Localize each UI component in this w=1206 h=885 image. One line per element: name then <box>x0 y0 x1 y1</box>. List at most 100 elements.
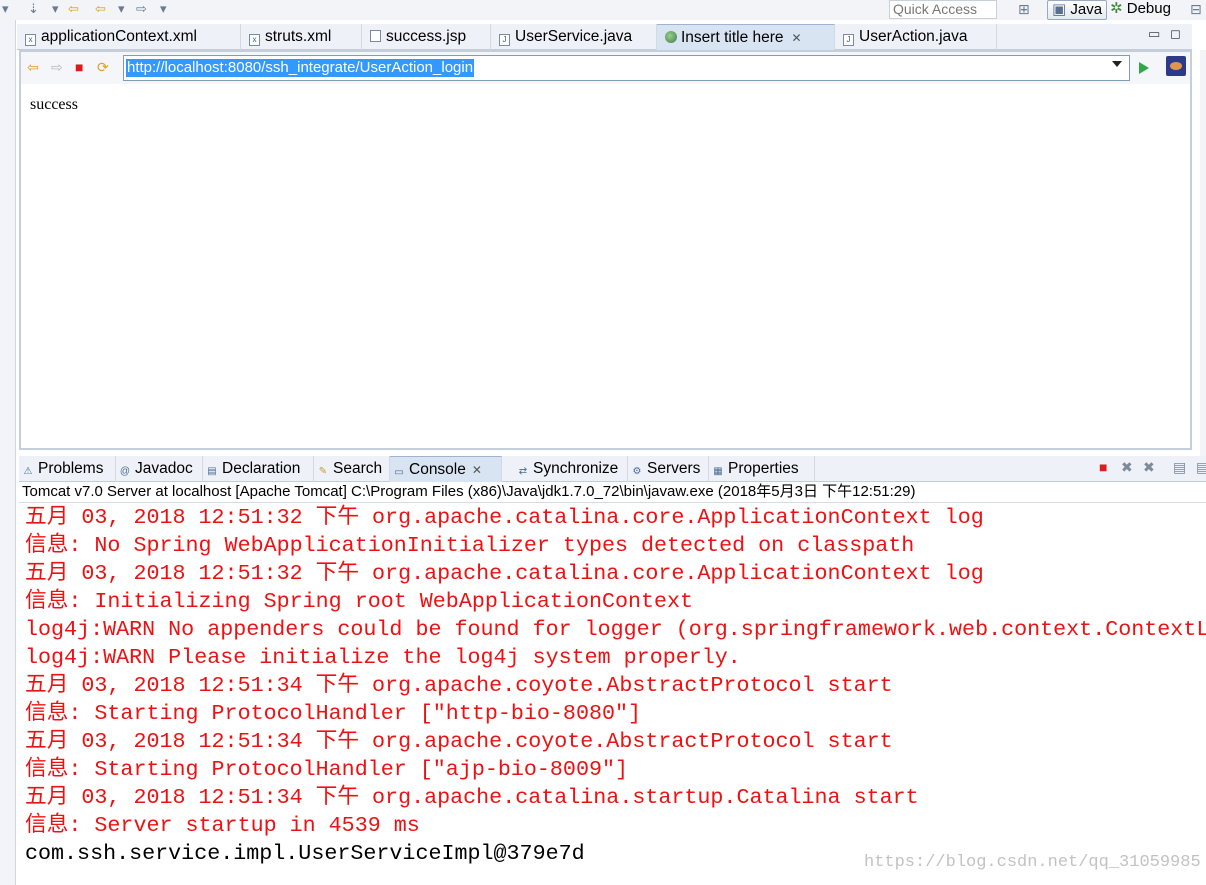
tab-label: Search <box>333 460 383 477</box>
problems-icon: ⚠ <box>23 466 33 477</box>
scroll-lock-icon[interactable]: ▤ <box>1196 460 1206 474</box>
console-line: 信息: No Spring WebApplicationInitializer … <box>25 533 915 558</box>
remove-launch-icon[interactable]: ✖ <box>1121 460 1133 474</box>
tab-useraction-java[interactable]: J UserAction.java <box>835 24 997 50</box>
tab-label: Console <box>409 461 466 478</box>
console-line: 五月 03, 2018 12:51:32 下午 org.apache.catal… <box>25 561 984 586</box>
forward-icon[interactable]: ⇨ <box>136 1 147 17</box>
xml-file-icon: x <box>249 34 260 46</box>
console-line: 五月 03, 2018 12:51:34 下午 org.apache.catal… <box>25 785 919 810</box>
tab-label: Properties <box>728 460 799 477</box>
back-icon[interactable]: ⇦ <box>27 60 39 74</box>
clear-console-icon[interactable]: ▤ <box>1173 460 1186 474</box>
properties-icon: ▦ <box>713 466 723 477</box>
tab-javadoc[interactable]: @ Javadoc <box>116 456 203 482</box>
page-content-text: success <box>30 96 78 113</box>
java-perspective-label: Java <box>1070 1 1103 18</box>
console-line: 信息: Initializing Spring root WebApplicat… <box>25 589 694 614</box>
tab-label: Declaration <box>222 460 301 477</box>
search-icon: ✎ <box>318 466 328 477</box>
chevron-down-icon[interactable]: ▾ <box>52 1 59 17</box>
console-line: 信息: Starting ProtocolHandler ["http-bio-… <box>25 701 642 726</box>
terminate-icon[interactable]: ■ <box>1099 460 1107 474</box>
maximize-icon[interactable]: ◻ <box>1170 26 1181 42</box>
watermark-text: https://blog.csdn.net/qq_31059985 <box>864 853 1201 872</box>
tab-label: UserAction.java <box>859 28 968 45</box>
console-line: 五月 03, 2018 12:51:32 下午 org.apache.catal… <box>25 505 984 530</box>
forward-icon[interactable]: ⇨ <box>51 60 63 74</box>
eclipse-logo-icon <box>1166 56 1186 76</box>
console-line: log4j:WARN Please initialize the log4j s… <box>25 645 741 670</box>
servers-icon: ⚙ <box>632 466 642 477</box>
url-text[interactable]: http://localhost:8080/ssh_integrate/User… <box>126 59 475 77</box>
console-line: 信息: Starting ProtocolHandler ["ajp-bio-8… <box>25 757 629 782</box>
open-perspective-icon[interactable]: ⊞ <box>1018 1 1030 18</box>
tab-label: Insert title here <box>681 29 784 46</box>
editor-tab-bar: x applicationContext.xml x struts.xml succ… <box>17 24 1192 50</box>
console-icon: ▭ <box>394 467 404 478</box>
tab-label: Javadoc <box>135 460 193 477</box>
back-icon[interactable]: ⇦ <box>95 1 106 17</box>
left-trim <box>0 20 16 885</box>
bug-icon: ✲ <box>1110 0 1123 17</box>
chevron-down-icon[interactable] <box>1112 61 1122 67</box>
internal-browser: ⇦ ⇨ ■ ⟳ http://localhost:8080/ssh_integr… <box>19 50 1192 450</box>
java-perspective-button[interactable]: ▣ Java <box>1047 0 1107 20</box>
console-line: 五月 03, 2018 12:51:34 下午 org.apache.coyot… <box>25 729 893 754</box>
console-line: log4j:WARN No appenders could be found f… <box>25 617 1206 642</box>
stop-icon[interactable]: ■ <box>75 60 83 74</box>
minimize-icon[interactable]: ▭ <box>1148 26 1160 42</box>
remove-all-icon[interactable]: ✖ <box>1143 460 1155 474</box>
java-file-icon: J <box>843 34 854 46</box>
console-line: 信息: Server startup in 4539 ms <box>25 813 420 838</box>
tab-label: applicationContext.xml <box>41 28 197 45</box>
close-icon[interactable]: ✕ <box>472 463 482 477</box>
tab-servers[interactable]: ⚙ Servers <box>628 456 709 482</box>
tab-label: success.jsp <box>386 28 467 45</box>
tab-console[interactable]: ▭ Console ✕ <box>390 456 502 482</box>
tab-label: UserService.java <box>515 28 633 45</box>
jsp-file-icon <box>370 30 381 42</box>
other-perspective-icon[interactable]: ⊟ <box>1190 1 1202 18</box>
go-icon[interactable] <box>1139 62 1149 74</box>
next-annotation-icon[interactable]: ⇣ <box>28 1 39 17</box>
synchronize-icon: ⇄ <box>518 466 528 477</box>
debug-perspective-button[interactable]: ✲ Debug <box>1110 0 1171 20</box>
console-launch-description: Tomcat v7.0 Server at localhost [Apache … <box>19 482 1206 503</box>
java-file-icon: J <box>499 34 510 46</box>
views-tab-bar: ⚠ Problems @ Javadoc ▤ Declaration ✎ Search … <box>19 456 1206 482</box>
tab-label: Synchronize <box>533 460 619 477</box>
tab-label: Problems <box>38 460 104 477</box>
tab-problems[interactable]: ⚠ Problems <box>19 456 116 482</box>
tab-insert-title-here[interactable]: Insert title here ✕ <box>657 24 835 50</box>
javadoc-icon: @ <box>119 466 131 477</box>
close-icon[interactable]: ✕ <box>792 31 802 45</box>
tab-declaration[interactable]: ▤ Declaration <box>203 456 314 482</box>
tab-synchronize[interactable]: ⇄ Synchronize <box>514 456 628 482</box>
tab-label: Servers <box>647 460 701 477</box>
tab-properties[interactable]: ▦ Properties <box>709 456 815 482</box>
tab-userservice-java[interactable]: J UserService.java <box>491 24 657 50</box>
tab-label: struts.xml <box>265 28 332 45</box>
xml-file-icon: x <box>25 34 36 46</box>
declaration-icon: ▤ <box>207 466 217 477</box>
globe-icon <box>665 31 677 43</box>
chevron-down-icon[interactable]: ▾ <box>118 1 125 17</box>
quick-access-input[interactable]: Quick Access <box>889 0 997 19</box>
browser-nav-bar: ⇦ ⇨ ■ ⟳ http://localhost:8080/ssh_integr… <box>21 52 1190 84</box>
chevron-down-icon[interactable]: ▾ <box>2 1 9 17</box>
console-line: 五月 03, 2018 12:51:34 下午 org.apache.coyot… <box>25 673 893 698</box>
java-perspective-icon: ▣ <box>1052 1 1067 18</box>
url-input[interactable]: http://localhost:8080/ssh_integrate/User… <box>123 55 1130 81</box>
right-trim <box>1200 50 1206 460</box>
debug-perspective-label: Debug <box>1126 0 1171 17</box>
tab-struts-xml[interactable]: x struts.xml <box>241 24 362 50</box>
tab-search[interactable]: ✎ Search <box>314 456 390 482</box>
main-toolbar: ▾ ⇣ ▾ ⇦ ⇦ ▾ ⇨ ▾ Quick Access ⊞ ▣ Java ✲ … <box>0 0 1206 20</box>
last-edit-icon[interactable]: ⇦ <box>68 1 79 17</box>
refresh-icon[interactable]: ⟳ <box>97 60 109 74</box>
tab-success-jsp[interactable]: success.jsp <box>362 24 491 50</box>
console-output[interactable]: 五月 03, 2018 12:51:32 下午 org.apache.catal… <box>19 503 1206 885</box>
chevron-down-icon[interactable]: ▾ <box>160 1 167 17</box>
tab-applicationcontext-xml[interactable]: x applicationContext.xml <box>17 24 241 50</box>
